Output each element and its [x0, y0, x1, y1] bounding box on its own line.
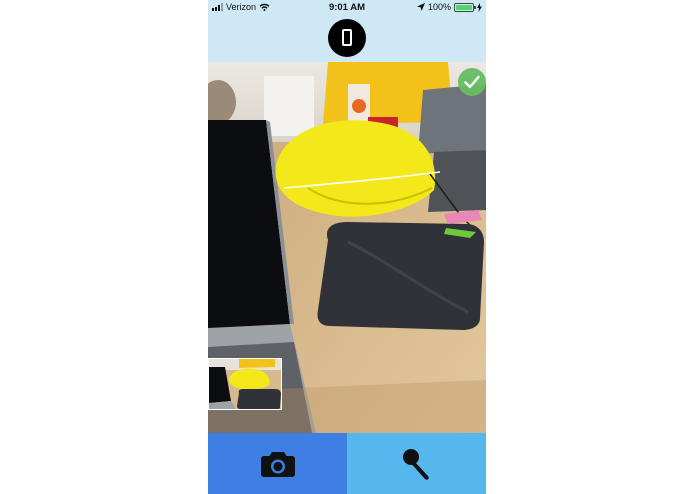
charging-bolt-icon [477, 2, 482, 12]
location-arrow-icon [416, 3, 425, 11]
battery-percentage: 100% [427, 2, 451, 12]
microphone-icon [402, 448, 429, 480]
battery-icon [454, 2, 476, 12]
thumbnail-scene [209, 359, 281, 409]
camera-icon [260, 451, 295, 477]
bottom-toolbar [208, 433, 486, 494]
photo-thumbnail[interactable] [208, 358, 282, 410]
status-bar: Verizon 9:01 AM 100% [208, 0, 486, 16]
photo-verified-badge [458, 68, 486, 96]
status-right: 100% [416, 2, 482, 12]
phone-outline-icon [342, 29, 352, 46]
microphone-button[interactable] [347, 433, 486, 494]
device-mode-button[interactable] [328, 19, 366, 57]
camera-button[interactable] [208, 433, 347, 494]
checkmark-icon [464, 75, 480, 89]
app-screen: Verizon 9:01 AM 100% [208, 0, 486, 494]
